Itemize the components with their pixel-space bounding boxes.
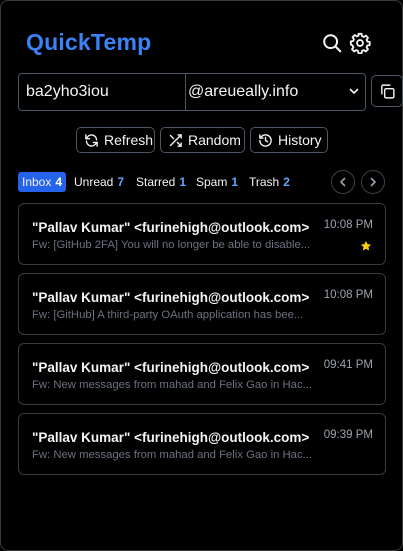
history-icon [259,134,272,147]
address-row: @areueally.info [18,73,403,111]
history-label: History [278,132,322,148]
message-item[interactable]: "Pallav Kumar" <furinehigh@outlook.com> … [18,203,386,265]
header: QuickTemp [26,29,382,59]
tab-count: 7 [117,175,125,189]
tab-label: Trash [249,175,280,189]
message-sender: "Pallav Kumar" <furinehigh@outlook.com> [32,360,310,375]
tab-label: Spam [196,175,228,189]
star-icon[interactable] [360,240,372,252]
message-item[interactable]: "Pallav Kumar" <furinehigh@outlook.com> … [18,273,386,335]
tab-trash[interactable]: Trash 2 [249,172,290,192]
chevron-down-icon [349,88,359,94]
message-time: 10:08 PM [323,289,373,301]
shuffle-icon [169,134,182,147]
random-button[interactable]: Random [160,127,245,153]
message-sender: "Pallav Kumar" <furinehigh@outlook.com> [32,220,310,235]
tab-label: Inbox [22,175,52,189]
search-icon[interactable] [321,32,343,54]
domain-value: @areueally.info [188,83,299,100]
chevron-right-icon [370,177,376,187]
chevron-left-icon [340,177,346,187]
message-subject: Fw: New messages from mahad and Felix Ga… [32,449,313,461]
tab-starred[interactable]: Starred 1 [136,172,186,192]
refresh-icon [85,134,98,147]
copy-icon [381,84,395,99]
tab-label: Starred [136,175,176,189]
message-time: 09:41 PM [323,359,373,371]
domain-select[interactable]: @areueally.info [185,73,366,111]
message-sender: "Pallav Kumar" <furinehigh@outlook.com> [32,290,310,305]
copy-button[interactable] [371,75,403,107]
app-window: QuickTemp @areueally.info Refresh Random… [0,0,403,551]
tab-count: 1 [231,175,239,189]
app-title: QuickTemp [26,29,152,55]
prev-page-button[interactable] [331,170,355,194]
tab-count: 1 [179,175,187,189]
tab-inbox[interactable]: Inbox 4 [18,172,67,192]
message-item[interactable]: "Pallav Kumar" <furinehigh@outlook.com> … [18,343,386,405]
message-subject: Fw: [GitHub] A third-party OAuth applica… [32,309,304,321]
history-button[interactable]: History [250,127,328,153]
username-input[interactable] [18,73,186,111]
next-page-button[interactable] [361,170,385,194]
random-label: Random [188,132,241,148]
tab-count: 4 [55,175,63,189]
message-subject: Fw: [GitHub 2FA] You will no longer be a… [32,239,311,251]
folder-tabs: Inbox 4 Unread 7 Starred 1 Spam 1 Trash 2 [18,170,388,194]
tab-count: 2 [283,175,290,189]
refresh-button[interactable]: Refresh [76,127,155,153]
message-item[interactable]: "Pallav Kumar" <furinehigh@outlook.com> … [18,413,386,475]
message-sender: "Pallav Kumar" <furinehigh@outlook.com> [32,430,310,445]
refresh-label: Refresh [104,132,154,148]
message-subject: Fw: New messages from mahad and Felix Ga… [32,379,313,391]
gear-icon[interactable] [349,32,371,54]
message-time: 10:08 PM [323,219,373,231]
tab-label: Unread [74,175,114,189]
message-time: 09:39 PM [323,429,373,441]
tab-unread[interactable]: Unread 7 [74,172,124,192]
tab-spam[interactable]: Spam 1 [196,172,238,192]
